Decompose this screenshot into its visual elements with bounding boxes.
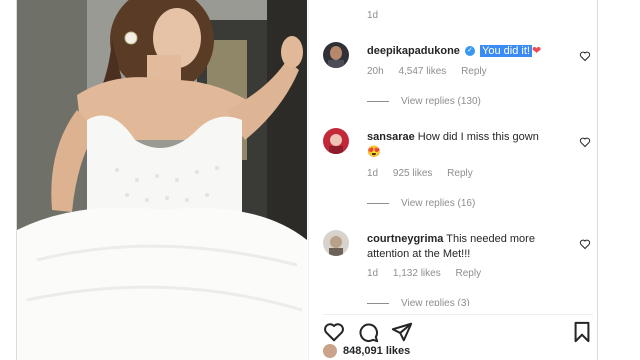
comment-username[interactable]: sansarae bbox=[367, 131, 415, 143]
avatar[interactable] bbox=[323, 42, 349, 68]
comment-body: courtneygrima This needed more attention… bbox=[367, 232, 567, 262]
bookmark-icon[interactable] bbox=[571, 321, 593, 343]
comment-time: 20h bbox=[367, 66, 384, 77]
replies-divider bbox=[367, 100, 389, 102]
reply-button[interactable]: Reply bbox=[456, 268, 482, 279]
replies-divider bbox=[367, 202, 389, 204]
heart-outline-icon[interactable] bbox=[579, 136, 591, 148]
view-replies-label: View replies (3) bbox=[401, 298, 470, 306]
avatar[interactable] bbox=[323, 230, 349, 256]
instagram-post: 1d deepikapadukone ✓ You did it! ❤ 20h 4,… bbox=[16, 0, 598, 360]
comment-text: How did I miss this gown bbox=[417, 131, 539, 143]
likes-count: 848,091 likes bbox=[343, 345, 411, 357]
comment-likes[interactable]: 1,132 likes bbox=[393, 268, 441, 279]
comment-likes[interactable]: 925 likes bbox=[393, 168, 432, 179]
comments-panel: 1d deepikapadukone ✓ You did it! ❤ 20h 4,… bbox=[308, 0, 597, 360]
previous-comment-time: 1d bbox=[367, 10, 379, 21]
view-replies-label: View replies (130) bbox=[401, 96, 481, 107]
reply-button[interactable]: Reply bbox=[447, 168, 473, 179]
view-replies-button[interactable]: View replies (3) bbox=[367, 298, 470, 306]
comment-likes[interactable]: 4,547 likes bbox=[398, 66, 446, 77]
comment-time: 1d bbox=[367, 168, 379, 179]
reply-button[interactable]: Reply bbox=[461, 66, 487, 77]
heart-emoji: ❤ bbox=[531, 45, 542, 57]
speech-bubble-icon[interactable] bbox=[357, 321, 379, 343]
replies-divider bbox=[367, 302, 389, 304]
avatar[interactable] bbox=[323, 128, 349, 154]
comment-meta: 20h 4,547 likes Reply bbox=[367, 66, 499, 77]
comment-time: 1d bbox=[367, 268, 379, 279]
heart-outline-icon[interactable] bbox=[579, 238, 591, 250]
post-action-bar bbox=[323, 314, 593, 347]
view-replies-button[interactable]: View replies (16) bbox=[367, 198, 475, 209]
heart-eyes-emoji: 😍 bbox=[367, 146, 381, 158]
heart-outline-icon[interactable] bbox=[323, 321, 345, 343]
comment-text: You did it! bbox=[480, 45, 532, 57]
comment-body: sansarae How did I miss this gown 😍 bbox=[367, 130, 567, 160]
comment-meta: 1d 925 likes Reply bbox=[367, 168, 485, 179]
comment-body: deepikapadukone ✓ You did it! ❤ bbox=[367, 44, 567, 59]
liker-avatar bbox=[323, 344, 337, 358]
comment-meta: 1d 1,132 likes Reply bbox=[367, 268, 493, 279]
heart-outline-icon[interactable] bbox=[579, 50, 591, 62]
verified-badge-icon: ✓ bbox=[464, 46, 475, 57]
view-replies-label: View replies (16) bbox=[401, 198, 476, 209]
post-photo[interactable] bbox=[17, 0, 307, 360]
paper-plane-icon[interactable] bbox=[391, 321, 413, 343]
comment-username[interactable]: deepikapadukone bbox=[367, 45, 460, 57]
view-replies-button[interactable]: View replies (130) bbox=[367, 96, 481, 107]
comment-username[interactable]: courtneygrima bbox=[367, 233, 443, 245]
